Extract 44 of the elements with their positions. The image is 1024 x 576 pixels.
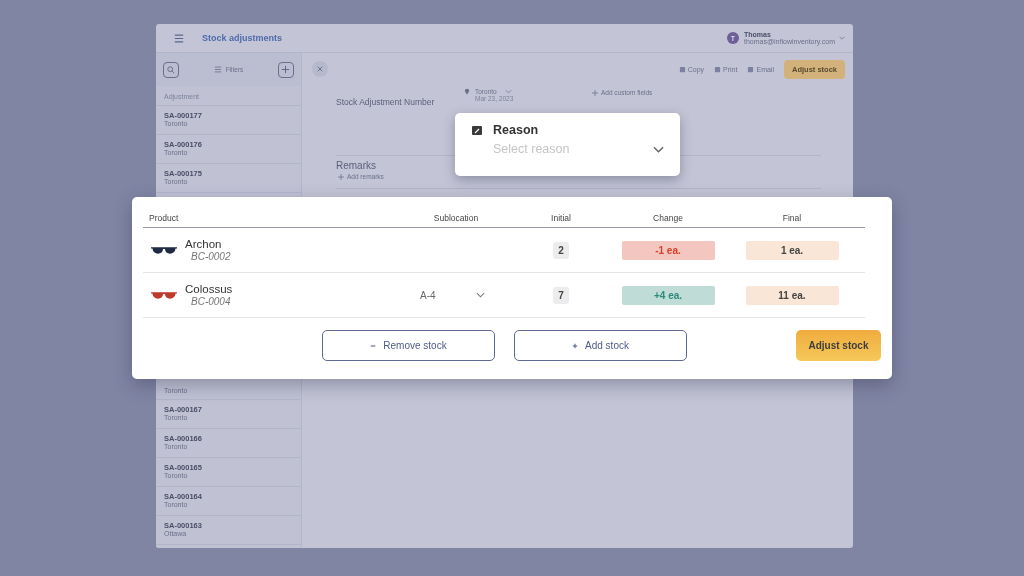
close-icon <box>317 66 323 72</box>
sublocation-dropdown[interactable]: A-4 <box>420 289 485 301</box>
remove-stock-button[interactable]: Remove stock <box>322 330 495 361</box>
change-quantity: -1 ea. <box>621 240 715 260</box>
product-name: Colossus <box>185 281 233 296</box>
column-header: Product <box>148 213 180 223</box>
page-title: Stock adjustments <box>202 33 283 43</box>
action-icon <box>714 65 722 73</box>
calendar-edit-icon <box>472 125 482 135</box>
adjust-stock-button[interactable]: Adjust stock <box>796 330 881 361</box>
chevron-down-icon[interactable] <box>653 145 664 153</box>
chevron-down-icon <box>475 292 485 298</box>
plus-icon <box>281 65 291 74</box>
reason-select[interactable]: Select reason <box>493 142 653 156</box>
minus-icon <box>370 342 377 349</box>
column-header: Initial <box>550 213 572 223</box>
reason-label: Reason <box>493 123 539 137</box>
action-icon <box>747 65 755 73</box>
column-header: Sublocation <box>432 213 480 223</box>
plus-icon <box>572 342 579 349</box>
chevron-down-icon <box>504 88 512 94</box>
filter-lines-icon <box>213 66 222 73</box>
search-icon <box>167 65 175 74</box>
action-icon <box>678 65 686 73</box>
plus-icon <box>338 173 344 180</box>
add-button[interactable] <box>278 61 294 78</box>
add-stock-button[interactable]: Add stock <box>514 330 687 361</box>
final-quantity: 1 ea. <box>745 240 839 260</box>
menu-icon[interactable] <box>174 33 184 43</box>
product-code: BC-0002 <box>191 250 231 264</box>
search-button[interactable] <box>163 61 179 78</box>
location-pin-icon <box>464 87 470 95</box>
field-label: Stock Adjustment Number <box>336 97 436 107</box>
product-name: Archon <box>185 236 223 251</box>
initial-quantity: 2 <box>553 241 569 259</box>
initial-quantity: 7 <box>553 286 569 304</box>
column-header: Change <box>652 213 684 223</box>
product-code: BC-0004 <box>191 295 232 309</box>
column-header: Final <box>781 213 803 223</box>
change-quantity: +4 ea. <box>621 285 715 305</box>
close-button[interactable] <box>312 61 328 77</box>
plus-icon <box>592 89 598 96</box>
remarks-label: Remarks <box>336 160 377 171</box>
final-quantity: 11 ea. <box>745 285 839 305</box>
